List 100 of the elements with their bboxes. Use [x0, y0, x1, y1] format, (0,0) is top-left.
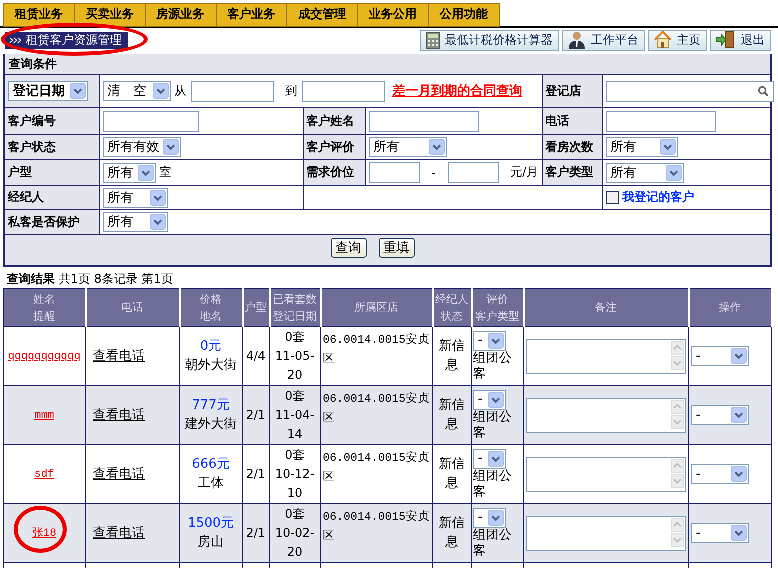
- place-name: 工体: [197, 475, 225, 493]
- column-header: 电话: [122, 301, 144, 314]
- action-dropdown[interactable]: -: [691, 523, 749, 543]
- view-phone-link[interactable]: 查看电话: [93, 348, 145, 364]
- column-header: 操作: [719, 301, 741, 314]
- dropdown[interactable]: 登记日期: [8, 81, 88, 101]
- toolbar-button[interactable]: 最低计税价格计算器: [420, 30, 559, 50]
- page-title: 租赁客户资源管理: [26, 32, 122, 48]
- unit-label: 室: [160, 164, 172, 181]
- expiring-contracts-link[interactable]: 差一月到期的合同查询: [392, 82, 522, 100]
- price: 666元: [191, 456, 231, 474]
- field-label: 电话: [546, 114, 570, 128]
- district-store: 06.0014.0015安贞区: [323, 452, 430, 484]
- checkbox[interactable]: [606, 191, 619, 204]
- column-header: 所属区店: [354, 301, 398, 314]
- agent-status: 新信息: [439, 398, 465, 432]
- date-to-field[interactable]: [302, 80, 384, 102]
- column-header: 已看套数 登记日期: [273, 292, 317, 322]
- column-header: 备注: [595, 301, 617, 314]
- place-name: 建外大街: [184, 416, 238, 434]
- from-label: 从: [174, 82, 186, 100]
- action-dropdown[interactable]: -: [691, 405, 749, 425]
- register-date: 11-05-20: [274, 348, 316, 384]
- dropdown[interactable]: 所有: [102, 162, 156, 182]
- agent-status: 新信息: [439, 516, 465, 550]
- register-date: 11-04-14: [274, 406, 316, 442]
- scroll-up-icon: [671, 518, 684, 532]
- rating-dropdown[interactable]: -: [473, 508, 506, 528]
- min-price-field[interactable]: [368, 162, 420, 183]
- search-icon: [758, 86, 769, 96]
- form-button[interactable]: 重填: [378, 238, 414, 258]
- price: 1500元: [186, 515, 236, 533]
- client-name-field[interactable]: [368, 110, 478, 132]
- max-price-field[interactable]: [448, 162, 499, 183]
- view-phone-link[interactable]: 查看电话: [93, 408, 145, 422]
- menu-tab[interactable]: 房源业务: [146, 3, 217, 27]
- action-dropdown[interactable]: -: [691, 464, 749, 484]
- calculator-icon: [426, 32, 440, 48]
- menu-tab[interactable]: 客户业务: [216, 3, 288, 27]
- menu-tab[interactable]: 租赁业务: [3, 3, 75, 27]
- view-phone-link[interactable]: 查看电话: [93, 526, 145, 540]
- viewed-count: 0套: [284, 388, 306, 404]
- field-label: 私客是否保护: [8, 214, 80, 228]
- scroll-up-icon: [671, 340, 684, 354]
- view-phone-link[interactable]: 查看电话: [93, 466, 145, 482]
- client-type: 组团公客: [473, 528, 513, 560]
- client-name-link[interactable]: 张18: [32, 528, 57, 540]
- toolbar-button[interactable]: 退出: [710, 30, 771, 50]
- field-label: 登记店: [546, 84, 582, 98]
- room-layout: 2/1: [246, 466, 266, 480]
- field-label: 看房次数: [546, 140, 594, 154]
- remark-field[interactable]: [526, 338, 686, 374]
- register-date: 10-02-20: [274, 524, 316, 560]
- dropdown[interactable]: 所有: [102, 188, 168, 208]
- viewed-count: 0套: [284, 328, 306, 346]
- store-search-field[interactable]: [606, 80, 774, 102]
- client-name-link[interactable]: sdf: [34, 468, 54, 480]
- column-header: 经纪人 状态: [436, 292, 468, 322]
- agent-status: 新信息: [439, 457, 465, 491]
- menu-tab[interactable]: 业务公用: [358, 3, 430, 27]
- form-button[interactable]: 查询: [330, 238, 366, 258]
- price: 0元: [199, 338, 223, 356]
- remark-field[interactable]: [526, 398, 686, 432]
- dropdown[interactable]: 所有有效: [102, 137, 180, 157]
- column-header: 评价 客户类型: [476, 292, 520, 322]
- action-dropdown[interactable]: -: [691, 346, 749, 366]
- client-type: 组团公客: [473, 410, 513, 442]
- menu-tab[interactable]: 买卖业务: [74, 3, 146, 27]
- rating-dropdown[interactable]: -: [473, 390, 506, 410]
- exit-door-icon: [716, 31, 736, 49]
- remark-field[interactable]: [526, 516, 686, 550]
- scroll-down-icon: [671, 474, 684, 488]
- menu-tab[interactable]: 成交管理: [287, 3, 358, 27]
- dropdown[interactable]: 清 空: [102, 81, 170, 101]
- menu-tab[interactable]: 公用功能: [429, 3, 500, 27]
- rating-dropdown[interactable]: -: [473, 331, 506, 351]
- district-store: 06.0014.0015安贞区: [323, 334, 430, 366]
- column-header: 价格 地名: [200, 292, 222, 322]
- phone-field[interactable]: [606, 110, 716, 132]
- dropdown[interactable]: 所有: [368, 137, 446, 157]
- dropdown[interactable]: 所有: [102, 212, 168, 232]
- dropdown[interactable]: 所有: [606, 162, 684, 182]
- client-name-link[interactable]: mmm: [34, 410, 54, 422]
- remark-field[interactable]: [526, 456, 686, 492]
- place-name: 朝外大街: [184, 357, 238, 375]
- place-name: 房山: [197, 534, 225, 552]
- toolbar-button[interactable]: 主页: [648, 30, 707, 50]
- date-from-field[interactable]: [190, 80, 274, 102]
- toolbar-button[interactable]: 工作平台: [562, 30, 645, 50]
- field-label: 客户评价: [306, 140, 354, 154]
- to-label: 到: [286, 82, 298, 100]
- viewed-count: 0套: [284, 506, 306, 522]
- client-name-link[interactable]: qqqqqqqqqqq: [8, 350, 81, 362]
- scroll-down-icon: [671, 532, 684, 546]
- dropdown[interactable]: 所有: [606, 137, 678, 157]
- rating-dropdown[interactable]: -: [473, 449, 506, 469]
- scroll-down-icon: [671, 414, 684, 428]
- range-separator: -: [431, 166, 436, 180]
- agent-status: 新信息: [439, 339, 465, 373]
- client-number-field[interactable]: [102, 110, 198, 132]
